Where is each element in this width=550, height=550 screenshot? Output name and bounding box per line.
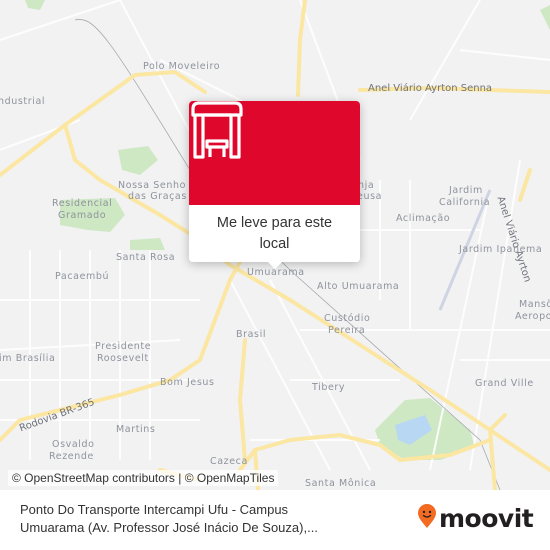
place-label: Jardim Ipanema	[459, 244, 543, 255]
map-attribution[interactable]: © OpenStreetMap contributors | © OpenMap…	[8, 470, 279, 486]
place-label: Roosevelt	[97, 353, 149, 364]
footer: Ponto Do Transporte Intercampi Ufu - Cam…	[0, 490, 550, 550]
place-label: das Graças	[128, 191, 187, 202]
place-label: Santa Mônica	[305, 478, 377, 489]
popup-header	[189, 101, 360, 205]
park-area	[130, 238, 165, 250]
park-area	[118, 146, 158, 175]
place-label: ndustrial	[0, 96, 46, 107]
place-label: California	[439, 197, 491, 208]
moovit-logo[interactable]: moovit	[417, 503, 534, 534]
moovit-pin-icon	[417, 503, 437, 534]
place-label: Aeropo	[515, 311, 550, 322]
place-label: Pereira	[328, 325, 366, 336]
stop-title-line: Ponto Do Transporte Intercampi Ufu - Cam…	[20, 502, 289, 517]
place-label: Santa Rosa	[116, 252, 176, 263]
place-label: Martins	[116, 424, 156, 435]
take-me-here-button[interactable]: Me leve para este local	[189, 205, 360, 262]
place-label: Presidente	[95, 341, 152, 352]
stop-title: Ponto Do Transporte Intercampi Ufu - Cam…	[20, 501, 390, 537]
place-label: Aclimação	[396, 213, 451, 224]
place-label: Pacaembú	[55, 271, 110, 282]
place-label: Grand Ville	[475, 378, 534, 389]
stop-title-line: Umuarama (Av. Professor José Inácio De S…	[20, 520, 318, 535]
place-label: Cazeca	[210, 456, 248, 467]
moovit-wordmark: moovit	[439, 504, 534, 533]
map[interactable]: Polo Moveleiro ndustrial Nossa Senho das…	[0, 0, 550, 490]
popup-pointer	[267, 261, 283, 269]
place-label: Brasil	[236, 329, 267, 340]
place-label: Osvaldo	[52, 439, 95, 450]
location-popup: Me leve para este local	[189, 101, 360, 269]
place-label: im Brasília	[0, 353, 56, 364]
place-label: Gramado	[58, 210, 107, 221]
place-label: Bom Jesus	[160, 377, 215, 388]
park-area	[540, 5, 550, 30]
place-label: Residencial	[52, 198, 113, 209]
road-label: Anel Viário Ayrton Senna	[368, 83, 493, 94]
place-label: Jardim	[449, 185, 483, 196]
place-label: Custódio	[324, 313, 371, 324]
place-label: Tibery	[312, 382, 346, 393]
place-label: Rezende	[49, 451, 94, 462]
place-label: eusa	[357, 191, 383, 202]
place-label: Mansõ	[519, 299, 550, 310]
place-label: Alto Umuarama	[317, 281, 400, 292]
place-label: Polo Moveleiro	[143, 61, 221, 72]
park-area	[25, 0, 45, 10]
